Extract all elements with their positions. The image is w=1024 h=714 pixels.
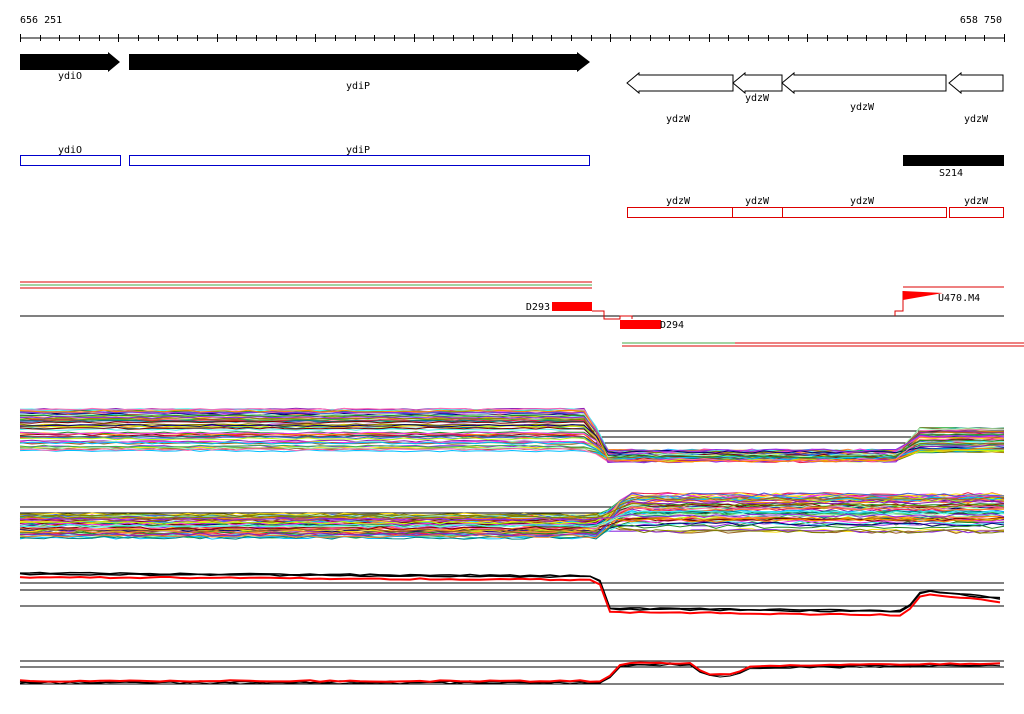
segment-label-d293: D293 — [526, 302, 550, 313]
black-feature-label-s214: S214 — [939, 168, 963, 179]
expression-panel-2 — [19, 492, 1005, 540]
blue-feature-ydip[interactable] — [129, 155, 590, 166]
gene-label-ydzw-4: ydzW — [964, 114, 989, 125]
gene-label-ydzw-2: ydzW — [745, 93, 770, 104]
black-feature-track: S214 — [903, 155, 1004, 179]
blue-feature-label-ydip: ydiP — [346, 145, 370, 156]
red-feature-ydzw-1[interactable] — [627, 207, 733, 218]
end-coordinate: 658 750 — [960, 15, 1002, 26]
start-coordinate: 656 251 — [20, 15, 62, 26]
blue-feature-track: ydiO ydiP — [20, 145, 590, 166]
blue-feature-label-ydio: ydiO — [58, 145, 82, 156]
segmentation-track: D293 D294 U470.M4 — [20, 281, 1024, 347]
gene-arrow-ydzw-4[interactable] — [948, 71, 1004, 95]
red-feature-ydzw-4[interactable] — [949, 207, 1004, 218]
black-feature-s214[interactable] — [903, 155, 1004, 166]
gene-arrow-ydzw-3[interactable] — [781, 71, 947, 95]
segment-d293[interactable] — [552, 302, 592, 311]
expression-panel-3 — [19, 571, 1004, 617]
red-feature-track: ydzW ydzW ydzW ydzW — [627, 196, 1004, 218]
gene-label-ydip: ydiP — [346, 81, 370, 92]
expression-panel-4 — [19, 660, 1004, 685]
red-feature-ydzw-3[interactable] — [782, 207, 947, 218]
genome-browser-view: 656 251 658 750 ydiO ydiP ydzW ydzW ydzW… — [19, 15, 1024, 685]
red-feature-label-4: ydzW — [964, 196, 989, 207]
segment-u470m4[interactable] — [903, 291, 943, 300]
red-feature-label-3: ydzW — [850, 196, 875, 207]
gene-label-ydzw-1: ydzW — [666, 114, 691, 125]
segment-connector — [592, 310, 633, 320]
gene-label-ydio: ydiO — [58, 71, 82, 82]
gene-track: ydiO ydiP ydzW ydzW ydzW ydzW — [20, 52, 1004, 125]
expression-panel-1 — [19, 407, 1005, 464]
blue-feature-ydio[interactable] — [20, 155, 121, 166]
gene-label-ydzw-3: ydzW — [850, 102, 875, 113]
red-feature-label-1: ydzW — [666, 196, 691, 207]
gene-arrow-ydzw-2[interactable] — [732, 71, 783, 95]
segment-d294[interactable] — [620, 320, 661, 329]
gene-arrow-ydio[interactable] — [20, 52, 120, 72]
gene-arrow-ydip[interactable] — [129, 52, 590, 72]
red-feature-ydzw-2[interactable] — [732, 207, 783, 218]
red-feature-label-2: ydzW — [745, 196, 770, 207]
segment-u470-connector — [894, 291, 904, 316]
segment-label-d294: D294 — [660, 320, 684, 331]
segment-label-u470m4: U470.M4 — [938, 293, 980, 304]
gene-arrow-ydzw-1[interactable] — [626, 71, 734, 95]
